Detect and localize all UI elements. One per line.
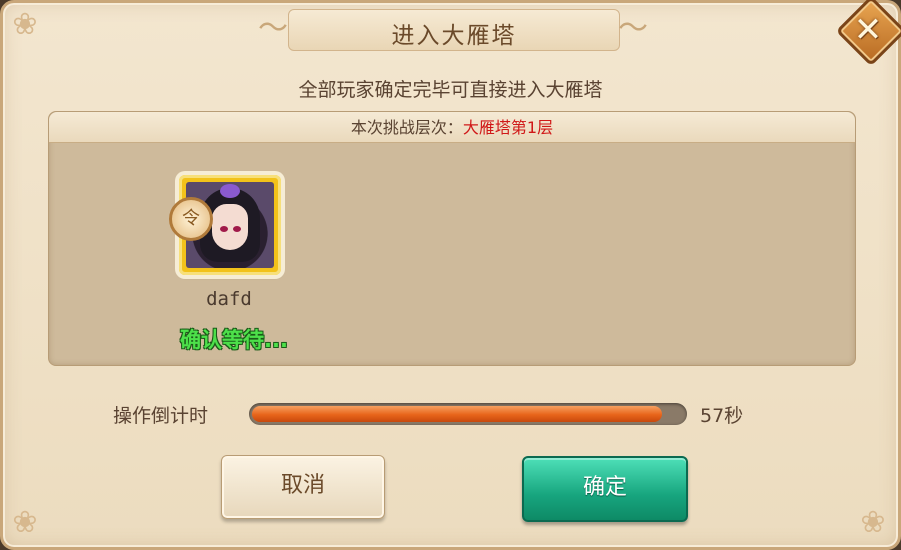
close-button[interactable]: ✕ [835, 0, 901, 67]
challenge-level-value: 大雁塔第1层 [462, 118, 554, 137]
title-banner: 〜 进入大雁塔 〜 [198, 3, 708, 53]
leader-badge-icon: 令 [169, 197, 213, 241]
confirm-button[interactable]: 确定 [522, 456, 688, 522]
countdown-value: 57秒 [700, 405, 744, 427]
party-panel: 本次挑战层次：大雁塔第1层 令 dafd 确认等待... [48, 111, 856, 366]
challenge-level-header: 本次挑战层次：大雁塔第1层 [49, 112, 855, 143]
cancel-button[interactable]: 取消 [221, 455, 385, 519]
enter-tower-dialog: ❀ ❀ ❀ 〜 进入大雁塔 〜 全部玩家确定完毕可直接进入大雁塔 本次挑战层次：… [0, 0, 901, 550]
countdown-label: 操作倒计时 [113, 405, 209, 427]
player-name: dafd [206, 288, 252, 310]
title-plate: 进入大雁塔 [288, 9, 620, 51]
corner-ornament-icon: ❀ [12, 7, 38, 42]
corner-ornament-icon: ❀ [12, 505, 38, 540]
countdown-progress-fill [252, 406, 663, 422]
close-x-icon: ✕ [853, 10, 883, 50]
corner-ornament-icon: ❀ [860, 505, 886, 540]
scroll-ornament-icon: 〜 [618, 11, 648, 46]
player-avatar[interactable]: 令 [169, 175, 281, 275]
countdown-progress-bar [249, 403, 687, 425]
dialog-subtitle: 全部玩家确定完毕可直接进入大雁塔 [298, 79, 603, 101]
dialog-title: 进入大雁塔 [391, 23, 517, 49]
challenge-level-label: 本次挑战层次： [350, 118, 463, 137]
player-status: 确认等待... [180, 328, 288, 352]
scroll-ornament-icon: 〜 [258, 11, 288, 46]
